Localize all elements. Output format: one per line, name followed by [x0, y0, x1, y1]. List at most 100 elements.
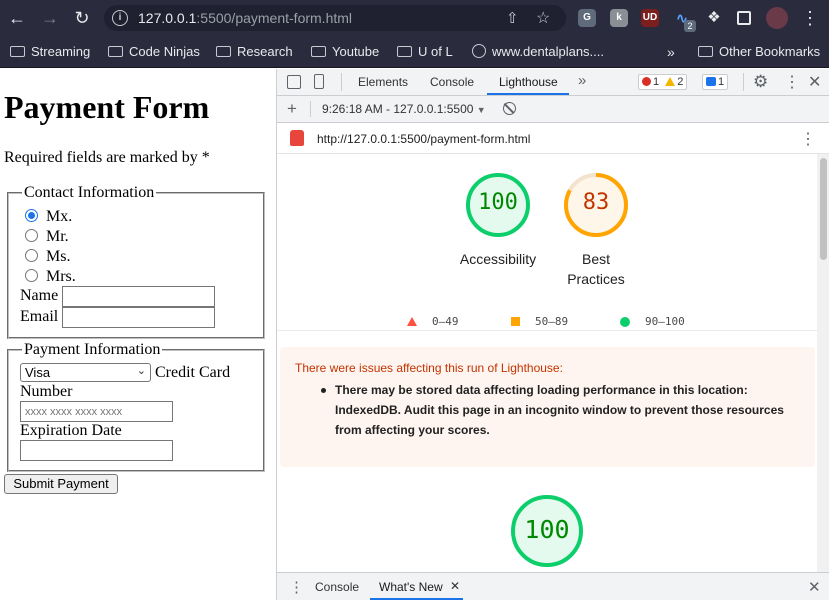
ublock-icon[interactable]: UD	[641, 9, 659, 27]
bookmarks-bar: Streaming Code Ninjas Research Youtube U…	[0, 36, 829, 68]
tab-lighthouse[interactable]: Lighthouse	[499, 75, 558, 89]
share-icon[interactable]: ⇧	[506, 9, 519, 27]
average-square-icon	[511, 317, 520, 326]
radio-button[interactable]	[25, 249, 38, 262]
radio-mrs[interactable]: Mrs.	[25, 268, 76, 286]
puzzle-icon[interactable]: ❖	[704, 8, 724, 28]
browser-toolbar: ← → ↻ i 127.0.0.1:5500/payment-form.html…	[0, 0, 829, 36]
messages-badge[interactable]: 1	[702, 74, 729, 90]
report-run-label: 9:26:18 AM - 127.0.0.1:5500	[322, 102, 474, 116]
device-toolbar-icon[interactable]	[314, 74, 324, 89]
folder-icon	[397, 46, 412, 57]
card-number-field[interactable]	[20, 401, 173, 422]
radio-ms[interactable]: Ms.	[25, 248, 70, 266]
bookmark-label: U of L	[418, 44, 453, 59]
divider	[310, 101, 311, 117]
reload-icon[interactable]: ↻	[72, 8, 92, 28]
close-devtools-icon[interactable]: ✕	[808, 72, 821, 92]
devtools-drawer-bar: ⋮ Console What's New ✕ ✕	[277, 572, 829, 600]
avatar[interactable]	[766, 7, 788, 29]
card-type-value: Visa	[25, 365, 51, 380]
bookmark-dentalplans[interactable]: www.dentalplans....	[472, 42, 604, 62]
drawer-menu-icon[interactable]: ⋮	[289, 578, 304, 596]
error-icon	[642, 77, 651, 86]
menu-kebab-icon[interactable]: ⋮	[800, 8, 820, 28]
folder-icon	[10, 46, 25, 57]
folder-icon	[698, 46, 713, 57]
report-selector[interactable]: 9:26:18 AM - 127.0.0.1:5500 ▼	[322, 102, 486, 116]
radio-mx[interactable]: Mx.	[25, 208, 72, 226]
issue-counts[interactable]: 1 2	[638, 74, 688, 90]
radio-button[interactable]	[25, 269, 38, 282]
name-field[interactable]	[62, 286, 215, 307]
close-drawer-icon[interactable]: ✕	[808, 578, 821, 596]
bookmark-star-icon[interactable]: ☆	[536, 8, 550, 28]
accessibility-score: 100	[478, 190, 518, 215]
accessibility-label: Accessibility	[459, 251, 537, 267]
page-content: Payment Form Required fields are marked …	[0, 69, 276, 600]
submit-payment-button[interactable]: Submit Payment	[4, 474, 118, 494]
bookmark-research[interactable]: Research	[216, 42, 293, 62]
message-icon	[706, 77, 716, 86]
radio-button[interactable]	[25, 229, 38, 242]
legend-pass: 90–100	[645, 315, 685, 328]
report-url-bar: http://127.0.0.1:5500/payment-form.html …	[277, 123, 829, 154]
radio-label: Mrs.	[46, 268, 76, 285]
tab-elements[interactable]: Elements	[358, 75, 408, 89]
side-panel-icon[interactable]	[737, 11, 751, 25]
error-count: 1	[653, 76, 660, 88]
message-count: 1	[718, 76, 725, 88]
clear-reports-icon[interactable]	[503, 102, 516, 115]
lighthouse-toolbar: + 9:26:18 AM - 127.0.0.1:5500 ▼	[277, 96, 829, 123]
back-icon[interactable]: ←	[7, 8, 27, 28]
folder-icon	[108, 46, 123, 57]
bookmark-streaming[interactable]: Streaming	[10, 42, 90, 62]
close-tab-icon[interactable]: ✕	[450, 579, 460, 593]
payment-legend: Payment Information	[24, 341, 161, 358]
legend-average: 50–89	[535, 315, 569, 328]
bookmark-label: Research	[237, 44, 293, 59]
extension-icon[interactable]: k	[610, 9, 628, 27]
bookmark-label: Streaming	[31, 44, 91, 59]
lighthouse-logo-icon	[290, 130, 304, 146]
forward-icon[interactable]: →	[40, 8, 60, 28]
scrollbar-thumb[interactable]	[820, 158, 827, 260]
site-info-icon[interactable]: i	[112, 10, 128, 26]
more-tabs-icon[interactable]: »	[578, 72, 586, 89]
folder-icon	[216, 46, 231, 57]
divider	[743, 73, 744, 91]
divider	[341, 73, 342, 91]
radio-mr[interactable]: Mr.	[25, 228, 69, 246]
pass-circle-icon	[620, 317, 630, 327]
report-scrollbar[interactable]	[817, 154, 829, 572]
bookmark-youtube[interactable]: Youtube	[311, 42, 379, 62]
bookmark-u-of-l[interactable]: U of L	[397, 42, 453, 62]
bookmark-other[interactable]: Other Bookmarks	[698, 42, 820, 62]
tab-console[interactable]: Console	[430, 75, 474, 89]
bookmarks-overflow-icon[interactable]: »	[667, 42, 675, 62]
settings-gear-icon[interactable]: ⚙	[753, 72, 768, 92]
report-menu-icon[interactable]: ⋮	[800, 129, 816, 149]
email-field[interactable]	[62, 307, 215, 328]
bookmark-code-ninjas[interactable]: Code Ninjas	[108, 42, 200, 62]
radio-label: Ms.	[46, 248, 71, 265]
card-type-select[interactable]: Visa ⌄	[20, 363, 151, 382]
address-bar[interactable]: i 127.0.0.1:5500/payment-form.html ⇧ ☆	[104, 5, 566, 31]
bookmark-label: Code Ninjas	[129, 44, 200, 59]
expiration-label: Expiration Date	[20, 422, 122, 439]
warning-line: from affecting your scores.	[335, 423, 490, 437]
inspect-element-icon[interactable]	[287, 75, 301, 89]
radio-button-checked[interactable]	[25, 209, 38, 222]
divider	[277, 330, 817, 331]
devtools-menu-icon[interactable]: ⋮	[784, 72, 800, 92]
label-line: Best	[581, 251, 610, 267]
warning-line: IndexedDB. Audit this page in an incogni…	[335, 403, 784, 417]
new-report-icon[interactable]: +	[287, 99, 297, 119]
drawer-tab-whats-new[interactable]: What's New	[379, 580, 443, 594]
chevron-down-icon: ⌄	[136, 365, 146, 377]
performance-score: 100	[524, 515, 570, 544]
drawer-tab-console[interactable]: Console	[315, 580, 359, 594]
extension-icon[interactable]: G	[578, 9, 596, 27]
run-warning-box: There were issues affecting this run of …	[280, 347, 815, 467]
expiration-field[interactable]	[20, 440, 173, 461]
